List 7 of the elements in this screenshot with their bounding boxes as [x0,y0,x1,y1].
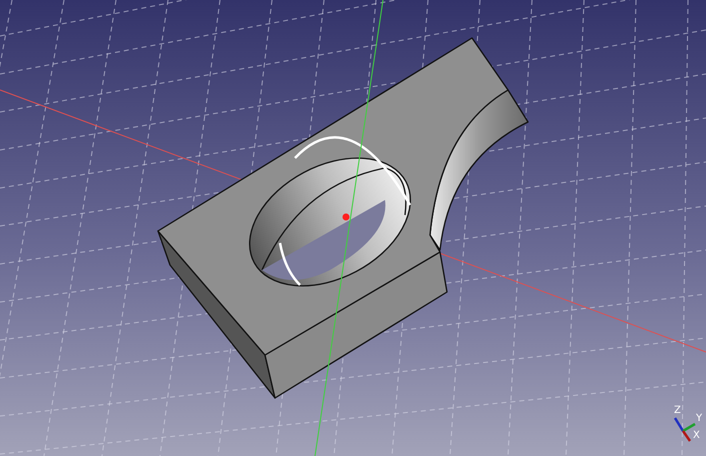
part-drawing[interactable] [157,37,529,399]
axis-label: Z [674,406,681,416]
3d-viewport[interactable]: Z Y X [0,0,706,456]
rotation-arc [278,242,301,286]
axis-label: X [693,431,700,441]
origin-point [342,214,350,220]
axis-label: Y [696,414,702,424]
